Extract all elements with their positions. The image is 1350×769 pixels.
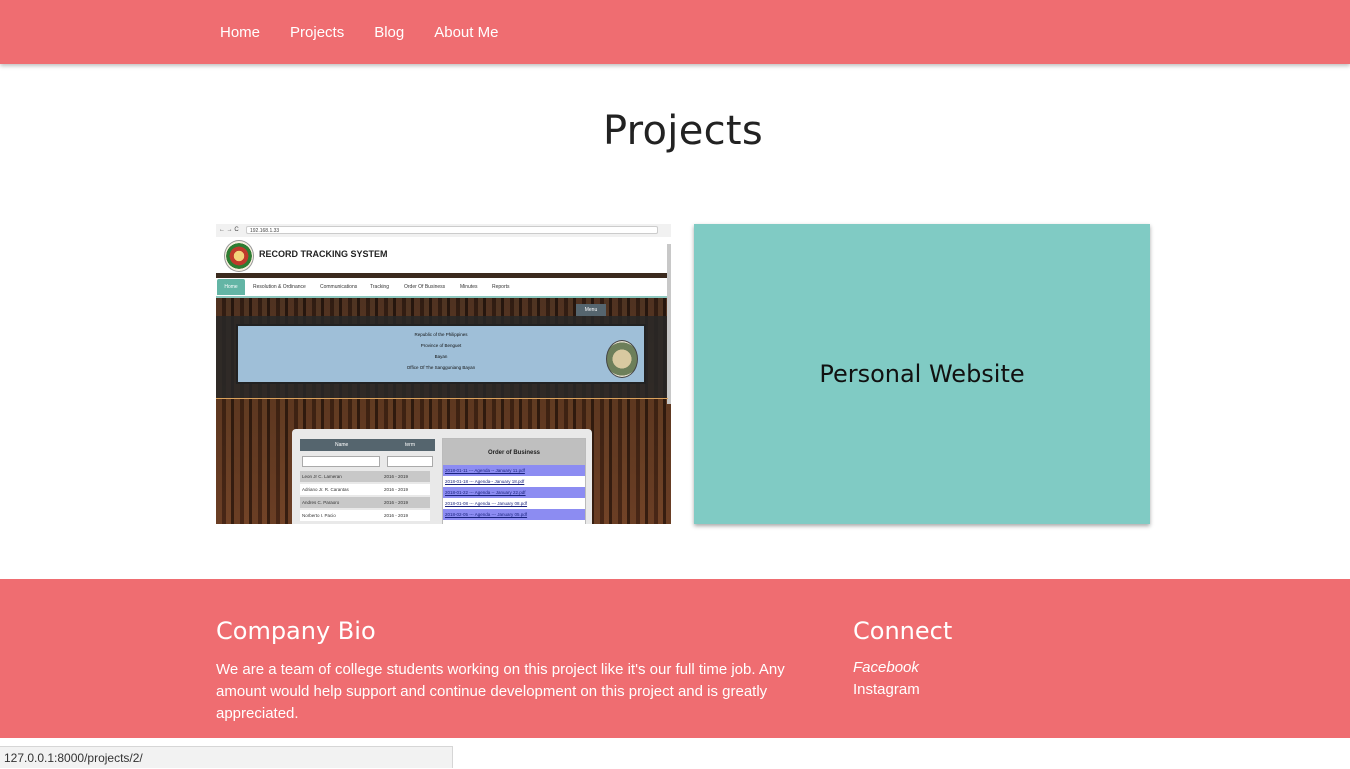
screenshot-menu-item: Resolution & Ordinance — [253, 284, 306, 290]
screenshot-title: RECORD TRACKING SYSTEM — [259, 249, 388, 259]
screenshot-banner-line: Office Of The Sangguniang Bayan — [406, 365, 476, 370]
screenshot-table-row: Norberto I. Pacio 2016 - 2019 — [300, 510, 430, 521]
screenshot-browser-bar: ← → C 192.168.1.33 — [216, 224, 671, 238]
screenshot-menu-item: Order Of Business — [404, 284, 446, 290]
screenshot-order-row: 2018-01-11 --- Agenda -- January 11.pdf — [443, 465, 585, 476]
screenshot-order-title: Order of Business — [443, 439, 585, 465]
screenshot-order-box: Order of Business 2018-01-11 --- Agenda … — [442, 438, 586, 524]
screenshot-panel: Name term Leon Jr C. Lameran 2016 - 2019… — [292, 429, 592, 524]
screenshot-banner-line: Bayan — [434, 354, 448, 359]
screenshot-menu-button: Menu — [576, 304, 606, 316]
screenshot-col-term: term — [405, 442, 415, 448]
screenshot-col-name: Name — [335, 442, 349, 448]
footer-bio-title: Company Bio — [216, 617, 376, 645]
screenshot-table-row: Adriano Jr. R. Carantas 2016 - 2019 — [300, 484, 430, 495]
screenshot-menu-home: Home — [217, 279, 245, 295]
screenshot-seal-icon — [606, 340, 638, 378]
screenshot-menubar: Home Resolution & Ordinance Communicatio… — [216, 278, 671, 298]
screenshot-filter-name — [302, 456, 380, 467]
screenshot-row-name: Leon Jr C. Lameran — [302, 474, 342, 479]
screenshot-filter-term — [387, 456, 433, 467]
screenshot-order-row: 2018-01-18 --- Agenda-- January 18.pdf — [445, 479, 525, 484]
footer-connect-title: Connect — [853, 617, 953, 645]
screenshot-row-name: Adriano Jr. R. Carantas — [302, 487, 349, 492]
screenshot-table-row: Andres C. Paraoro 2016 - 2019 — [300, 497, 430, 508]
footer: Company Bio We are a team of college stu… — [0, 579, 1350, 738]
screenshot-table-row: Leon Jr C. Lameran 2016 - 2019 — [300, 471, 430, 482]
screenshot-menu-item: Tracking — [370, 284, 389, 290]
nav-link-home[interactable]: Home — [220, 24, 260, 41]
screenshot-banner-line: Republic of the Philippines — [414, 332, 468, 337]
screenshot-menu-item: Minutes — [460, 284, 478, 290]
nav-link-about-me[interactable]: About Me — [434, 24, 498, 41]
screenshot-url: 192.168.1.33 — [246, 226, 658, 234]
screenshot-order-row: 2018-01-22 --- Agenda -- January 22.pdf — [443, 487, 585, 498]
screenshot-menu-item: Reports — [492, 284, 510, 290]
project-card-personal-website[interactable]: Personal Website — [694, 224, 1150, 524]
screenshot-menu-item: Communications — [320, 284, 358, 290]
screenshot-order-row: 2018-01-08 --- Agenda --- January 08.pdf — [445, 501, 528, 506]
footer-link-facebook[interactable]: Facebook — [853, 659, 919, 676]
screenshot-logo-icon — [224, 240, 254, 272]
screenshot-scrollbar — [667, 244, 671, 404]
nav-links: Home Projects Blog About Me — [220, 0, 528, 64]
screenshot-row-term: 2016 - 2019 — [384, 474, 409, 479]
navbar: Home Projects Blog About Me — [0, 0, 1350, 64]
project-card-title: Personal Website — [819, 360, 1025, 388]
nav-link-blog[interactable]: Blog — [374, 24, 404, 41]
screenshot-row-term: 2016 - 2019 — [384, 500, 409, 505]
nav-link-projects[interactable]: Projects — [290, 24, 344, 41]
screenshot-banner-line: Province of Benguet — [420, 343, 462, 348]
project-card-record-tracking[interactable]: ← → C 192.168.1.33 RECORD TRACKING SYSTE… — [216, 224, 671, 524]
page-title: Projects — [602, 108, 764, 154]
screenshot-divider — [216, 398, 668, 399]
screenshot-nav-arrows-icon: ← → C — [219, 227, 239, 233]
screenshot-row-term: 2016 - 2019 — [384, 487, 409, 492]
footer-bio-text: We are a team of college students workin… — [216, 661, 785, 722]
screenshot-row-name: Andres C. Paraoro — [302, 500, 340, 505]
screenshot-table-head: Name term — [300, 439, 435, 451]
screenshot-row-name: Norberto I. Pacio — [302, 513, 336, 518]
screenshot-row-term: 2016 - 2019 — [384, 513, 409, 518]
browser-status-bar: 127.0.0.1:8000/projects/2/ — [0, 746, 453, 768]
footer-link-instagram[interactable]: Instagram — [853, 681, 920, 698]
screenshot-banner: Republic of the Philippines Province of … — [236, 324, 646, 384]
screenshot-header: RECORD TRACKING SYSTEM — [216, 237, 671, 273]
screenshot-order-row: 2018-02-05 --- Agenda --- January 05.pdf — [443, 509, 585, 520]
